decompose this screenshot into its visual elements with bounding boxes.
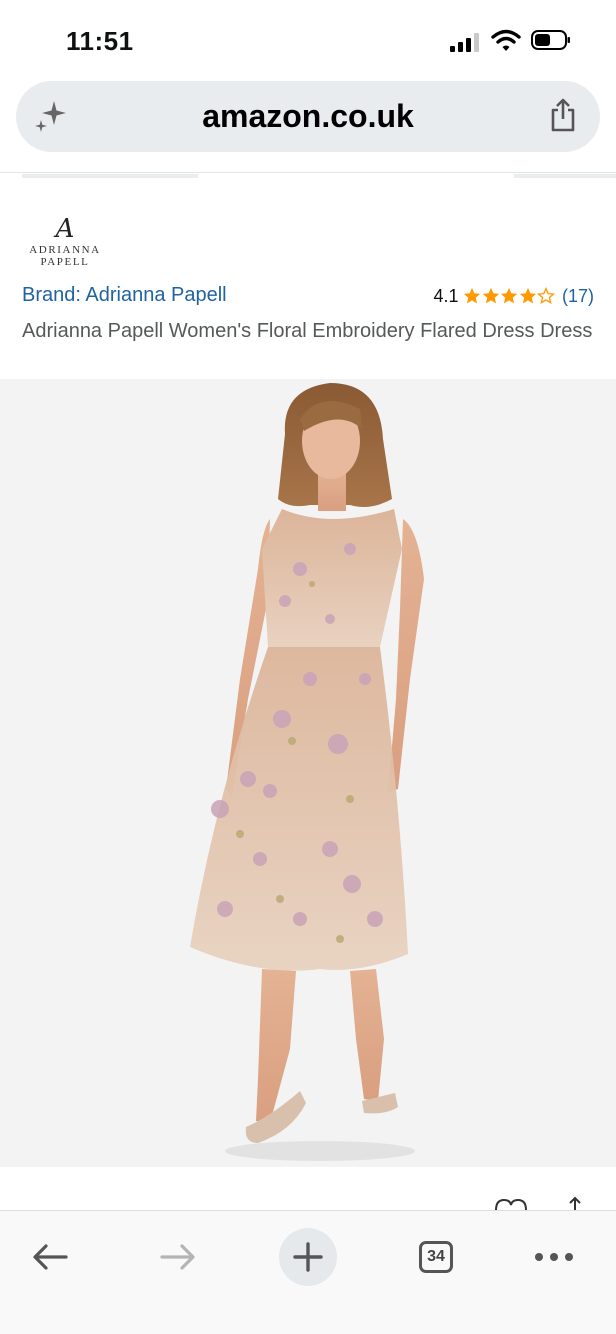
- address-bar[interactable]: amazon.co.uk: [16, 81, 600, 152]
- status-bar: 11:51: [0, 0, 616, 80]
- new-tab-button[interactable]: [279, 1228, 337, 1286]
- share-icon[interactable]: [548, 98, 578, 132]
- rating-value: 4.1: [433, 285, 459, 306]
- star-empty-icon: [537, 287, 556, 305]
- more-icon: [535, 1253, 573, 1261]
- scroll-indicator: [22, 174, 198, 178]
- brand-logo-monogram: A: [55, 214, 75, 244]
- back-button[interactable]: [22, 1227, 78, 1287]
- tab-count: 34: [427, 1248, 445, 1265]
- wifi-icon: [491, 29, 521, 51]
- tabs-button[interactable]: 34: [408, 1227, 464, 1287]
- tabs-icon: 34: [419, 1241, 453, 1273]
- cellular-signal-icon: [450, 32, 480, 52]
- brand-logo-line2: PAPELL: [40, 256, 90, 268]
- star-icon: [501, 287, 518, 304]
- rating-summary[interactable]: 4.1 (17): [433, 285, 594, 307]
- star-icon: [482, 287, 500, 304]
- forward-button[interactable]: [150, 1227, 206, 1287]
- plus-icon: [293, 1242, 323, 1272]
- back-arrow-icon: [33, 1244, 68, 1270]
- star-rating: [463, 287, 556, 305]
- url-text[interactable]: amazon.co.uk: [16, 98, 600, 135]
- browser-toolbar: 34: [0, 1210, 616, 1334]
- brand-logo[interactable]: A ADRIANNA PAPELL: [20, 214, 110, 278]
- wishlist-share-icons[interactable]: [490, 1196, 590, 1210]
- forward-arrow-icon: [160, 1244, 195, 1270]
- scroll-indicator: [514, 174, 616, 178]
- battery-icon: [531, 30, 570, 50]
- star-icon: [464, 287, 481, 304]
- brand-link[interactable]: Brand: Adrianna Papell: [22, 284, 227, 307]
- product-title: Adrianna Papell Women's Floral Embroider…: [22, 320, 593, 342]
- product-photo-dress: [190, 383, 424, 1161]
- star-icon: [519, 287, 537, 304]
- brand-logo-line1: ADRIANNA: [29, 244, 101, 256]
- more-button[interactable]: [526, 1227, 582, 1287]
- rating-count[interactable]: (17): [562, 286, 594, 307]
- header-divider: [0, 172, 616, 173]
- status-time: 11:51: [66, 26, 134, 56]
- product-image[interactable]: [0, 379, 616, 1167]
